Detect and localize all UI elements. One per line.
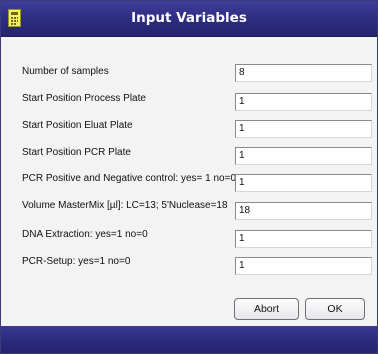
number-of-samples-input[interactable] [235,64,372,82]
pcr-control-input[interactable] [235,174,372,192]
ok-button[interactable]: OK [305,298,365,320]
volume-mastermix-label: Volume MasterMix [µl]: LC=13; 5'Nuclease… [22,200,228,211]
footer-bar [1,326,377,353]
title-bar[interactable]: Input Variables [1,1,377,37]
dna-extraction-label: DNA Extraction: yes=1 no=0 [22,229,148,240]
pcr-setup-input[interactable] [235,257,372,275]
pcr-setup-label: PCR-Setup: yes=1 no=0 [22,256,131,267]
number-of-samples-label: Number of samples [22,66,109,77]
start-position-eluat-plate-input[interactable] [235,120,372,138]
abort-button[interactable]: Abort [234,298,299,320]
dna-extraction-input[interactable] [235,230,372,248]
start-position-pcr-plate-input[interactable] [235,147,372,165]
pcr-control-label: PCR Positive and Negative control: yes= … [22,173,237,184]
start-position-process-plate-label: Start Position Process Plate [22,93,146,104]
start-position-pcr-plate-label: Start Position PCR Plate [22,147,131,158]
start-position-eluat-plate-label: Start Position Eluat Plate [22,120,133,131]
volume-mastermix-input[interactable] [235,202,372,220]
input-variables-dialog: Input Variables Number of samples Start … [0,0,378,354]
start-position-process-plate-input[interactable] [235,93,372,111]
dialog-title: Input Variables [131,10,247,26]
